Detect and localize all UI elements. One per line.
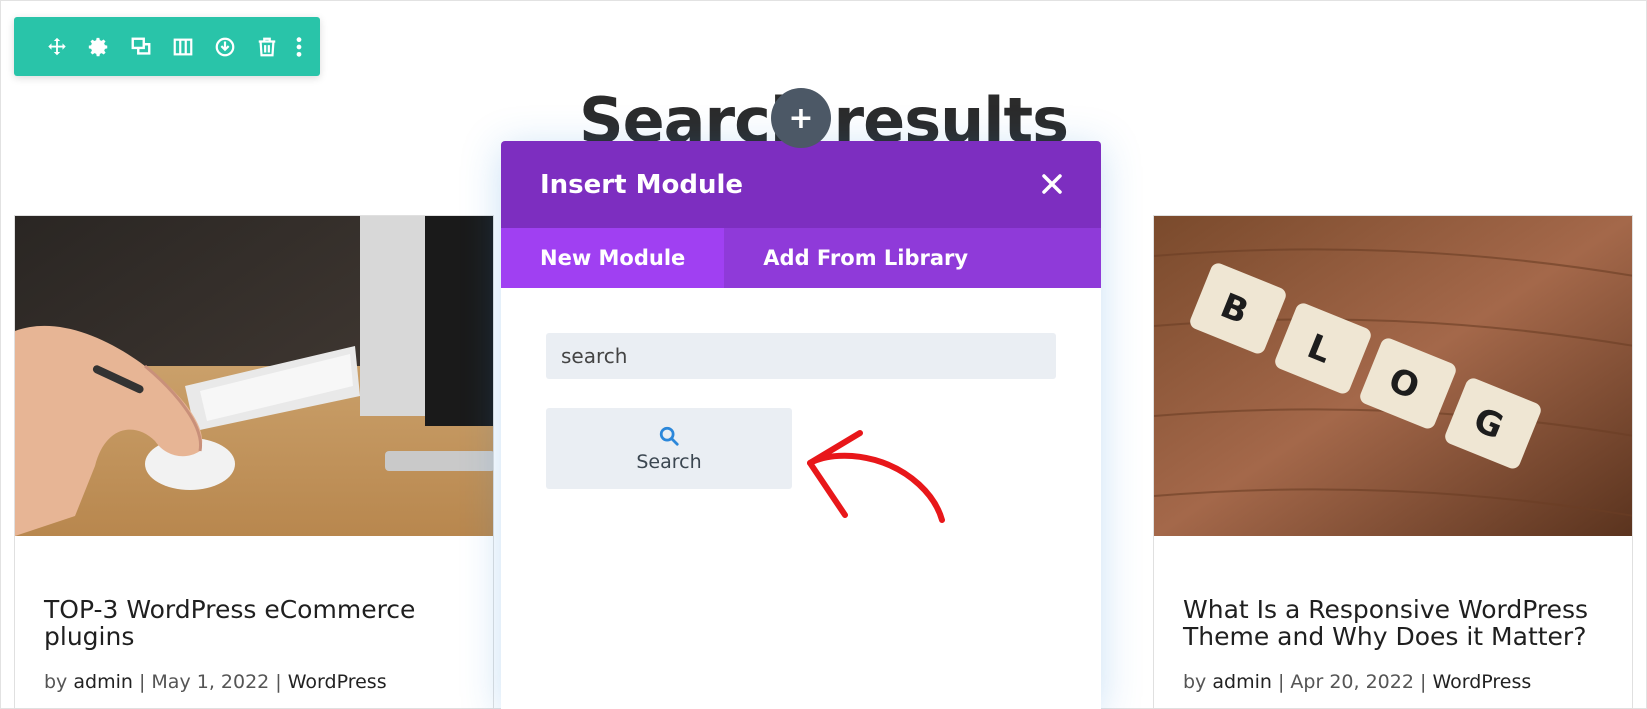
module-search-input[interactable] [546,333,1056,379]
delete-button[interactable] [246,26,288,68]
gear-icon [88,37,108,56]
modal-body: Search [501,288,1101,709]
move-icon [48,37,66,55]
post-author-link[interactable]: admin [1212,671,1272,693]
plus-icon: + [788,100,814,136]
close-button[interactable] [1037,169,1067,199]
trash-icon [258,37,276,56]
post-date: May 1, 2022 [151,671,270,693]
tab-new-module[interactable]: New Module [501,228,725,288]
post-category-link[interactable]: WordPress [1432,671,1531,693]
search-module-tile[interactable]: Search [546,408,792,489]
move-button[interactable] [36,26,78,68]
post-category-link[interactable]: WordPress [288,671,387,693]
post-meta: by admin | May 1, 2022 | WordPress [44,671,387,693]
post-image [15,216,493,536]
duplicate-icon [131,37,151,55]
add-module-button[interactable]: + [771,88,831,148]
post-title[interactable]: What Is a Responsive WordPress Theme and… [1183,596,1613,650]
post-image-computer[interactable] [15,216,493,536]
post-meta: by admin | Apr 20, 2022 | WordPress [1183,671,1532,693]
close-icon [1042,174,1062,194]
more-options-button[interactable] [288,26,310,68]
search-icon [659,426,679,446]
columns-icon [173,38,193,55]
columns-button[interactable] [162,26,204,68]
blog-post-card: TOP-3 WordPress eCommerce plugins by adm… [14,215,494,709]
module-label: Search [636,450,702,473]
modal-tabs: New Module Add From Library [501,228,1101,288]
post-image-blog-tiles[interactable]: B L O G [1154,216,1632,536]
row-settings-toolbar [14,17,320,76]
post-author-link[interactable]: admin [73,671,133,693]
post-date: Apr 20, 2022 [1290,671,1414,693]
modal-title: Insert Module [540,169,743,200]
tab-add-from-library[interactable]: Add From Library [724,228,1007,288]
save-to-library-icon [215,37,235,56]
more-icon [296,36,302,57]
post-title[interactable]: TOP-3 WordPress eCommerce plugins [44,596,474,650]
insert-module-modal: Insert Module New Module Add From Librar… [501,141,1101,709]
modal-header: Insert Module [501,141,1101,228]
save-to-library-button[interactable] [204,26,246,68]
post-image: B L O G [1154,216,1632,536]
duplicate-button[interactable] [120,26,162,68]
blog-post-card: B L O G What Is a Responsive WordPress T… [1153,215,1633,709]
settings-button[interactable] [78,26,120,68]
